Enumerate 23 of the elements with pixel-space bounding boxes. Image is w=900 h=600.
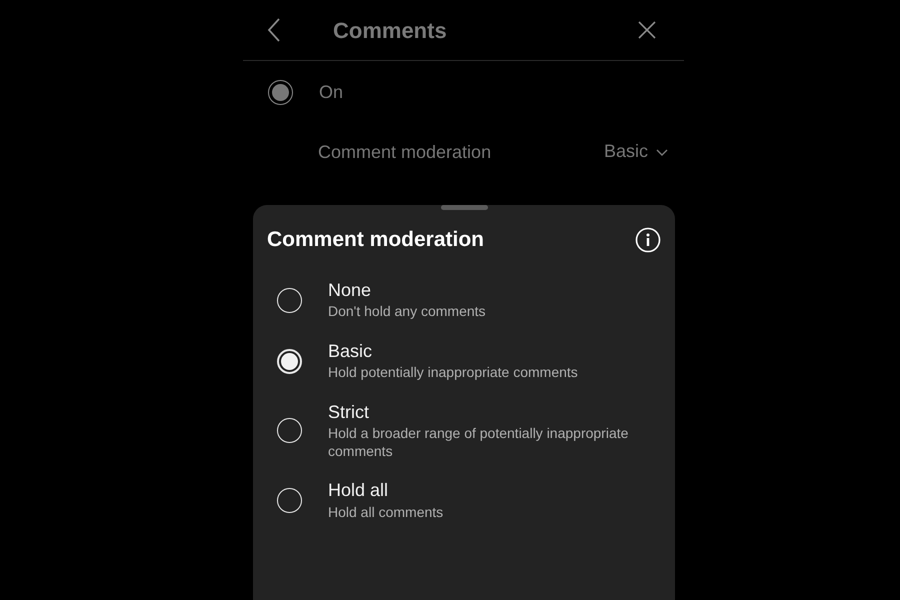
setting-label: Comment moderation xyxy=(318,140,492,164)
radio-button[interactable] xyxy=(268,80,293,104)
option-label: On xyxy=(319,80,344,104)
radio-option[interactable]: Basic Hold potentially inappropriate comments xyxy=(267,340,661,382)
close-button[interactable] xyxy=(638,21,656,39)
radio-option[interactable]: None Don't hold any comments xyxy=(267,280,661,321)
drag-handle[interactable] xyxy=(440,205,488,210)
back-button[interactable] xyxy=(267,18,281,42)
dropdown[interactable]: Basic xyxy=(604,141,668,163)
page-title: Comments xyxy=(333,16,447,44)
option-description: Hold all comments xyxy=(328,504,444,522)
radio-option[interactable]: Hold all Hold all comments xyxy=(267,480,661,522)
option-description: Don't hold any comments xyxy=(328,303,486,321)
option-label: Strict xyxy=(328,402,370,424)
option-description: Hold a broader range of potentially inappropriate comments xyxy=(328,425,630,460)
option-label: Basic xyxy=(328,340,374,362)
option-description: Hold potentially inappropriate comments xyxy=(328,364,578,382)
caret-icon xyxy=(656,148,668,156)
option-label: Hold all xyxy=(328,480,390,502)
option-label: None xyxy=(328,280,372,302)
sheet-title: Comment moderation xyxy=(267,227,484,253)
info-button[interactable] xyxy=(635,226,661,253)
radio-option[interactable]: Strict Hold a broader range of potentially inappropriate comments xyxy=(267,402,661,460)
